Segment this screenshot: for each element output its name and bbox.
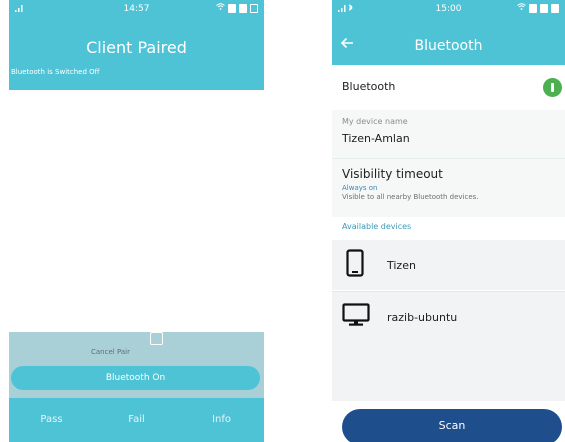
cancel-pair-checkbox[interactable] [150,332,163,345]
status-icons [216,3,258,13]
status-icons [517,3,559,13]
device-name-caption: My device name [342,117,408,126]
bluetooth-label: Bluetooth [342,80,396,93]
bluetooth-on-button[interactable]: Bluetooth On [11,366,260,390]
tab-fail[interactable]: Fail [94,398,179,442]
bluetooth-toggle-row[interactable]: Bluetooth [332,65,565,111]
wifi-icon [216,3,225,13]
device-name-row[interactable]: My device name Tizen-Amlan [332,110,565,158]
right-phone-screen: 15:00 Bluetooth Bluetooth My device name… [332,0,565,442]
scan-button[interactable]: Scan [342,409,562,442]
battery-icon [551,3,559,13]
status-bar: 15:00 [332,0,565,18]
left-phone-screen: 14:57 Client Paired Bluetooth is Switche… [9,0,264,442]
result-tab-bar: Pass Fail Info [9,398,264,442]
available-devices-header: Available devices [342,222,412,231]
sim-icon [239,3,247,13]
content-area [9,90,264,332]
smartphone-icon [346,249,364,281]
battery-icon [250,3,258,13]
bluetooth-toggle-switch[interactable] [543,78,562,97]
notification-icon [228,3,236,13]
list-empty-space [332,341,565,401]
status-bar: 14:57 [9,0,264,18]
monitor-icon [342,303,370,331]
sim-icon [540,3,548,13]
device-item[interactable]: Tizen [332,240,565,290]
device-name: Tizen [387,259,416,272]
page-title: Client Paired [86,38,187,57]
tab-info[interactable]: Info [179,398,264,442]
visibility-value: Always on [342,184,378,192]
cancel-pair-label: Cancel Pair [91,348,130,356]
tab-pass[interactable]: Pass [9,398,94,442]
visibility-title: Visibility timeout [342,167,443,181]
visibility-description: Visible to all nearby Bluetooth devices. [342,193,479,201]
device-name: razib-ubuntu [387,311,458,324]
page-title: Bluetooth [414,38,483,54]
visibility-timeout-row[interactable]: Visibility timeout Always on Visible to … [332,158,565,217]
wifi-icon [517,3,526,13]
device-name-value: Tizen-Amlan [342,132,410,145]
notification-icon [529,3,537,13]
device-item[interactable]: razib-ubuntu [332,291,565,342]
bluetooth-status-text: Bluetooth is Switched Off [11,68,100,76]
